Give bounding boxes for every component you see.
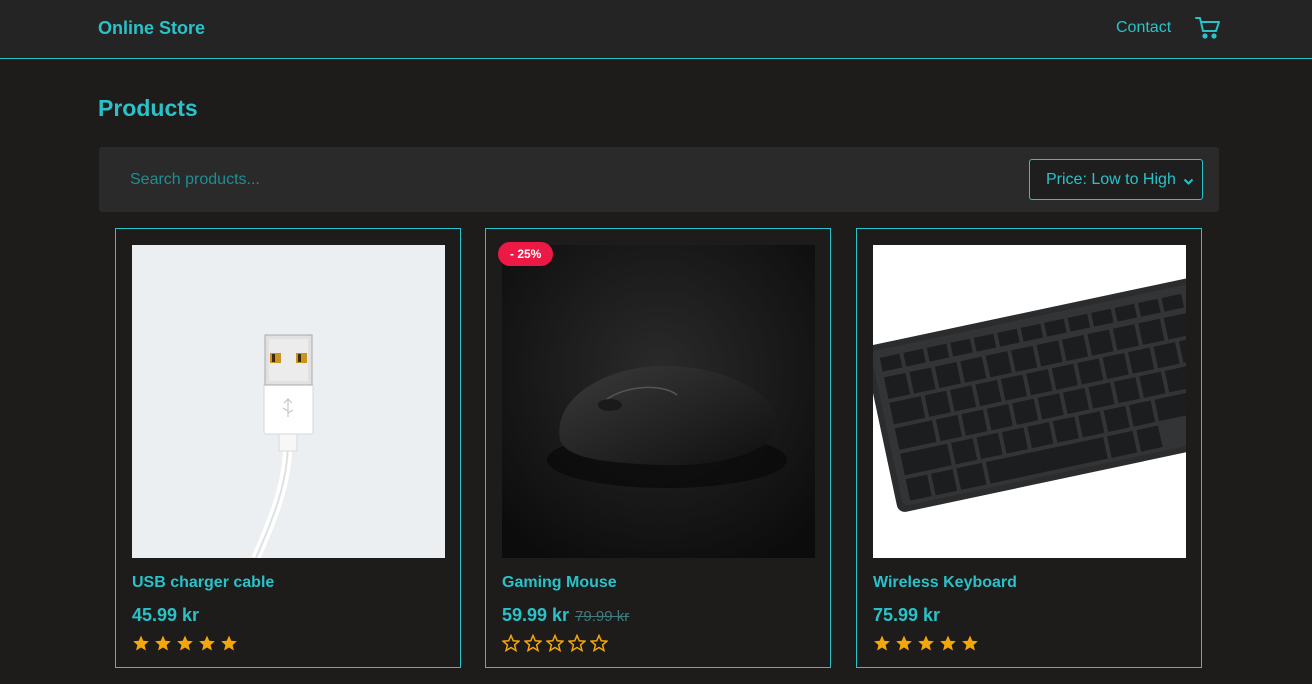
star-outline-icon [546, 634, 564, 652]
sort-select[interactable]: Price: Low to High [1029, 159, 1203, 200]
product-card[interactable]: USB charger cable 45.99 kr [115, 228, 461, 668]
star-filled-icon [918, 635, 934, 651]
product-rating [132, 634, 242, 652]
star-filled-icon [940, 635, 956, 651]
product-rating [873, 634, 983, 652]
star-filled-icon [874, 635, 890, 651]
star-filled-icon [133, 635, 149, 651]
gaming-mouse-image[interactable] [502, 245, 815, 558]
product-price: 75.99 kr [873, 605, 940, 626]
chevron-down-icon [1183, 174, 1194, 185]
star-outline-icon [502, 634, 520, 652]
star-filled-icon [962, 635, 978, 651]
product-title[interactable]: USB charger cable [132, 574, 274, 592]
contact-link[interactable]: Contact [1116, 19, 1171, 37]
star-outline-icon [590, 634, 608, 652]
navbar: Online Store Contact [0, 0, 1312, 59]
current-price: 59.99 kr [502, 605, 570, 625]
star-filled-icon [221, 635, 237, 651]
current-price: 45.99 kr [132, 605, 200, 625]
product-price: 45.99 kr [132, 605, 199, 626]
sort-select-label: Price: Low to High [1046, 171, 1176, 188]
keyboard-image[interactable] [873, 245, 1186, 558]
star-outline-icon [524, 634, 542, 652]
current-price: 75.99 kr [873, 605, 941, 625]
product-rating [502, 634, 612, 652]
page-title: Products [98, 95, 198, 121]
product-price: 59.99 kr 79.99 kr [502, 605, 629, 626]
star-filled-icon [177, 635, 193, 651]
usb-cable-image[interactable] [132, 245, 445, 558]
star-outline-icon [568, 634, 586, 652]
old-price: 79.99 kr [575, 608, 630, 625]
cart-icon[interactable] [1195, 16, 1221, 40]
filter-bar: Price: Low to High [99, 147, 1219, 212]
product-card[interactable]: - 25% Gaming Mouse 59.99 kr 79.99 kr [485, 228, 831, 668]
star-filled-icon [896, 635, 912, 651]
product-title[interactable]: Gaming Mouse [502, 574, 617, 592]
star-filled-icon [199, 635, 215, 651]
brand-logo[interactable]: Online Store [98, 18, 205, 39]
product-card[interactable]: Wireless Keyboard 75.99 kr [856, 228, 1202, 668]
search-input[interactable] [113, 160, 613, 200]
discount-badge: - 25% [498, 242, 554, 266]
star-filled-icon [155, 635, 171, 651]
product-title[interactable]: Wireless Keyboard [873, 574, 1017, 592]
